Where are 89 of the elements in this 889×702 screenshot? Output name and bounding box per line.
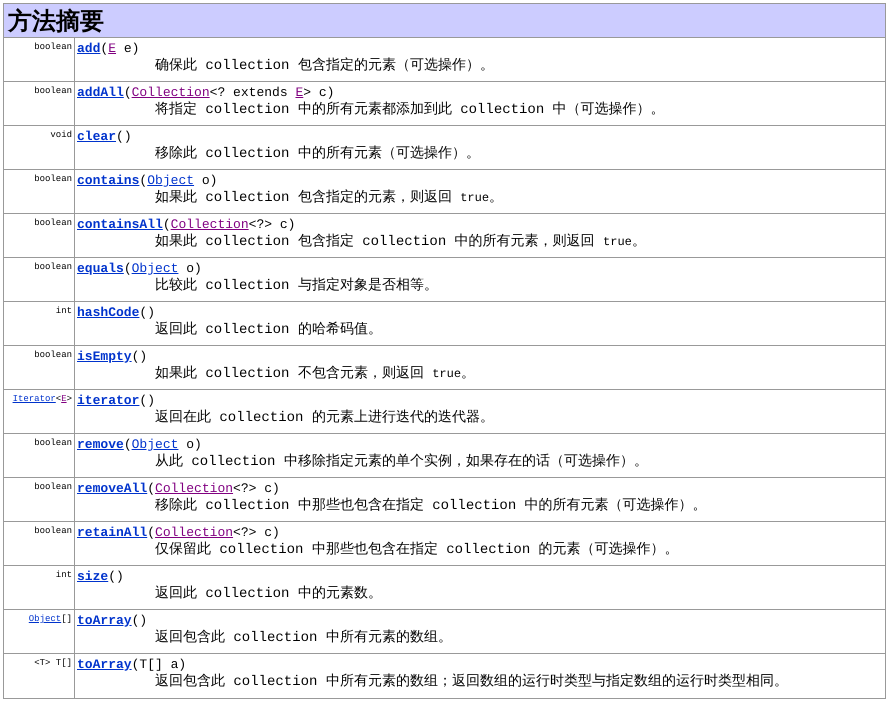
type-link[interactable]: E [295,84,304,101]
code-text: 如果此 collection 不包含元素，则返回 [155,366,425,382]
code-text: 仅保留此 collection 中那些也包含在指定 collection 的元素（可选操作）。 [155,542,679,558]
code-text: true [603,235,632,249]
code-text: 如果此 collection 包含指定的元素，则返回 [155,190,453,206]
code-text: > c) [303,84,334,101]
code-text: 将指定 collection 中的所有元素都添加到此 collection 中（可选操作）。 [155,102,665,118]
code-text: 比较此 collection 与指定对象是否相等。 [155,278,438,294]
code-text: 返回此 collection 的哈希码值。 [155,322,382,338]
code-text: 返回此 collection 中的元素数。 [155,586,382,602]
code-text: ( [147,480,156,497]
code-text: 。 [489,190,504,206]
code-text: <? extends [210,84,289,101]
code-text: boolean [34,525,72,537]
code-text: boolean [34,349,72,361]
code-text: () [132,612,148,629]
method-link[interactable]: toArray [77,612,132,629]
code-text: boolean [34,217,72,229]
code-text: 移除此 collection 中的所有元素（可选操作）。 [155,146,480,162]
type-link[interactable]: E [61,393,67,405]
code-text: 从此 collection 中移除指定元素的单个实例，如果存在的话（可选操作）。 [155,454,648,470]
code-text: boolean [34,481,72,493]
method-link[interactable]: toArray [77,656,132,673]
type-link[interactable]: Collection [170,216,249,233]
code-text: <?> c) [248,216,296,233]
section-header: 方法摘要 [4,4,885,38]
code-text: int [56,305,72,317]
method-link[interactable]: equals [77,260,124,277]
code-text: () [116,128,132,145]
method-link[interactable]: hashCode [77,304,140,321]
method-link[interactable]: containsAll [77,216,163,233]
code-text: 确保此 collection 包含指定的元素（可选操作）。 [155,58,494,74]
type-link[interactable]: Iterator [12,393,56,405]
code-text: ( [100,40,108,57]
code-text: o) [200,172,218,189]
method-link[interactable]: removeAll [77,480,148,497]
method-link[interactable]: add [77,40,100,57]
type-link[interactable]: Collection [132,84,210,101]
code-text: <?> c) [233,524,280,541]
method-link[interactable]: contains [77,172,140,189]
code-text: 返回包含此 collection 中所有元素的数组。 [155,630,452,646]
code-text: boolean [34,437,72,449]
code-text: 。 [632,234,646,250]
code-text: boolean [34,261,72,273]
code-text: ( [139,172,148,189]
code-text: () [139,392,156,409]
type-link[interactable]: E [108,40,116,57]
method-link[interactable]: addAll [77,84,124,101]
code-text: 移除此 collection 中那些也包含在指定 collection 中的所有元素（可选操作）。 [155,498,707,514]
type-link[interactable]: Object [28,613,62,625]
code-text: int [56,569,72,581]
method-link[interactable]: size [77,568,108,585]
code-text: ( [147,524,156,541]
code-text: 返回包含此 collection 中所有元素的数组；返回数组的运行时类型与指定数组的运行时类型相同。 [155,674,788,690]
code-text: < [56,393,62,405]
code-text: > [66,393,72,405]
code-text: ( [162,216,171,233]
code-text: o) [185,436,202,453]
type-link[interactable]: Object [132,260,178,277]
code-text: 返回在此 collection 的元素上进行迭代的迭代器。 [155,410,494,426]
code-text: 如果此 collection 包含指定 collection 中的所有元素，则返回 [155,234,596,250]
code-text: [] [61,613,72,625]
code-text: boolean [34,85,72,97]
method-link[interactable]: retainAll [77,524,148,541]
type-link[interactable]: Collection [155,480,234,497]
code-text: <?> c) [233,480,280,497]
code-text: ( [124,436,132,453]
method-link[interactable]: isEmpty [77,348,132,365]
code-text: ( [124,260,132,277]
code-text: <T> T[] [34,657,72,669]
method-link[interactable]: remove [77,436,124,453]
code-text: () [108,568,124,585]
code-text: (T[] a) [132,656,186,673]
code-text: ( [124,84,132,101]
method-link[interactable]: iterator [77,392,140,409]
type-link[interactable]: Object [147,172,194,189]
code-text: e) [122,40,140,57]
type-link[interactable]: Object [132,436,178,453]
type-link[interactable]: Collection [155,524,234,541]
code-text: true [432,367,462,381]
code-text: () [132,348,148,365]
code-text: void [50,129,72,141]
code-text: true [460,191,490,205]
code-text: boolean [34,173,72,185]
code-text: boolean [34,41,72,53]
code-text: o) [185,260,202,277]
code-text: 。 [461,366,476,382]
method-link[interactable]: clear [77,128,116,145]
code-text: () [139,304,156,321]
